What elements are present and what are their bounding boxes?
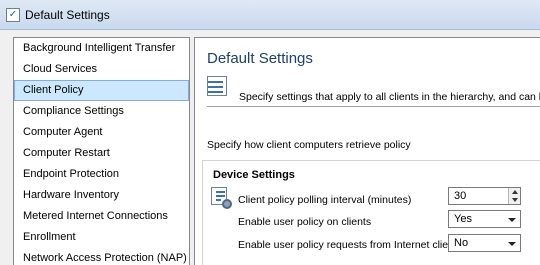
device-settings-icon [211, 187, 233, 209]
internet-user-policy-label: Enable user policy requests from Interne… [238, 239, 463, 251]
intro-description: Specify settings that apply to all clien… [239, 91, 540, 103]
internet-user-policy-dropdown[interactable]: No [448, 234, 521, 252]
sidebar-item-client-policy[interactable]: Client Policy [14, 80, 189, 101]
checkbox-icon: ✓ [6, 8, 20, 22]
policy-settings-icon [207, 76, 227, 96]
sidebar-item-cloud-services[interactable]: Cloud Services [14, 59, 189, 80]
settings-main-panel: Default Settings Specify settings that a… [194, 37, 540, 265]
enable-user-policy-value[interactable]: Yes [454, 213, 472, 225]
sidebar-item-enrollment[interactable]: Enrollment [14, 227, 189, 248]
window-title: Default Settings [25, 8, 110, 22]
stepper-buttons[interactable] [508, 188, 520, 204]
sidebar-item-endpoint-protection[interactable]: Endpoint Protection [14, 164, 189, 185]
divider [207, 106, 540, 107]
polling-interval-label: Client policy polling interval (minutes) [238, 194, 412, 206]
sidebar-item-metered-internet-connections[interactable]: Metered Internet Connections [14, 206, 189, 227]
title-bar: ✓ Default Settings [0, 0, 540, 30]
spin-up-icon[interactable] [512, 190, 518, 194]
sidebar-item-computer-restart[interactable]: Computer Restart [14, 143, 189, 164]
chevron-down-icon[interactable] [508, 242, 516, 246]
sidebar-item-background-intelligent-transfer[interactable]: Background Intelligent Transfer [14, 38, 189, 59]
device-settings-heading: Device Settings [213, 169, 295, 181]
polling-interval-stepper[interactable]: 30 [448, 187, 521, 205]
chevron-down-icon[interactable] [508, 218, 516, 222]
sidebar-item-compliance-settings[interactable]: Compliance Settings [14, 101, 189, 122]
spin-down-icon[interactable] [512, 198, 518, 202]
settings-sidebar: Background Intelligent Transfer Cloud Se… [13, 37, 190, 265]
enable-user-policy-label: Enable user policy on clients [238, 216, 372, 228]
sidebar-item-network-access-protection[interactable]: Network Access Protection (NAP) [14, 248, 189, 265]
sidebar-item-computer-agent[interactable]: Computer Agent [14, 122, 189, 143]
enable-user-policy-dropdown[interactable]: Yes [448, 210, 521, 228]
internet-user-policy-value[interactable]: No [454, 237, 468, 249]
retrieve-policy-description: Specify how client computers retrieve po… [207, 139, 411, 151]
sidebar-item-hardware-inventory[interactable]: Hardware Inventory [14, 185, 189, 206]
polling-interval-value[interactable]: 30 [454, 190, 466, 202]
page-title: Default Settings [207, 50, 313, 67]
